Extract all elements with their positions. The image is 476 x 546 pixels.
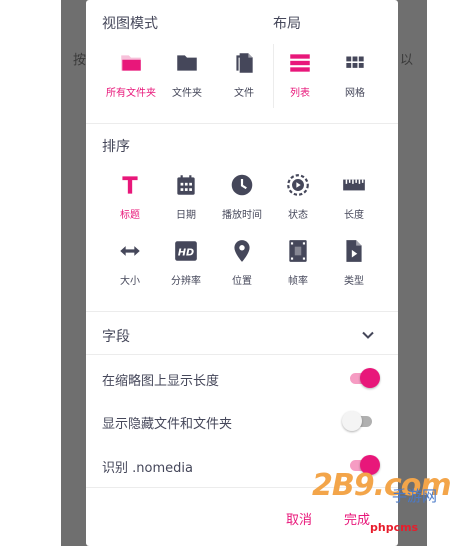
folder-icon [177, 55, 197, 71]
view-mode-folders[interactable]: 文件夹 [157, 50, 217, 99]
sort-label: 大小 [120, 276, 140, 287]
sort-by-status[interactable]: 状态 [268, 172, 328, 221]
fields-row[interactable]: 字段 [86, 312, 398, 354]
toggle-label-show-hidden: 显示隐藏文件和文件夹 [102, 417, 233, 432]
sort-title: 排序 [102, 139, 130, 155]
title-icon [122, 176, 138, 194]
layout-grid[interactable]: 网格 [325, 50, 385, 99]
size-icon [120, 246, 140, 256]
toggle-label-show-length: 在缩略图上显示长度 [102, 374, 220, 389]
sort-by-play-time[interactable]: 播放时间 [212, 172, 272, 221]
section-divider [86, 354, 398, 355]
sort-by-date[interactable]: 日期 [156, 172, 216, 221]
sort-label: 状态 [288, 210, 308, 221]
layout-list[interactable]: 列表 [270, 50, 330, 99]
sort-label: 分辨率 [171, 276, 201, 287]
watermark-subtitle: 手游网 [392, 487, 438, 505]
sort-by-location[interactable]: 位置 [212, 238, 272, 287]
sort-by-type[interactable]: 类型 [324, 238, 384, 287]
sort-label: 类型 [344, 276, 364, 287]
layout-label: 网格 [345, 88, 365, 99]
clock-icon [231, 174, 253, 196]
filetype-icon [346, 240, 362, 262]
ruler-icon [343, 179, 365, 191]
sort-label: 帧率 [288, 276, 308, 287]
show-hidden-toggle[interactable] [342, 411, 374, 431]
done-button[interactable]: 完成 [344, 509, 370, 528]
view-mode-files[interactable]: 文件 [214, 50, 274, 99]
toggle-knob [360, 368, 380, 388]
view-options-dialog: 视图模式 布局 所有文件夹 文件夹 文件 列表 网格 排序 标题 日期 播放时间… [86, 0, 398, 546]
sort-label: 长度 [344, 210, 364, 221]
view-mode-title: 视图模式 [102, 16, 158, 32]
status-icon [287, 174, 309, 196]
cancel-button[interactable]: 取消 [286, 509, 312, 528]
watermark-site: phpcms [370, 521, 419, 534]
section-divider [86, 123, 398, 124]
sort-by-resolution[interactable]: HD 分辨率 [156, 238, 216, 287]
calendar-icon [177, 175, 195, 195]
view-mode-label: 文件夹 [172, 88, 202, 99]
view-mode-label: 所有文件夹 [106, 88, 156, 99]
sort-by-length[interactable]: 长度 [324, 172, 384, 221]
show-length-toggle[interactable] [348, 368, 380, 388]
hd-icon: HD [175, 241, 197, 261]
folder-open-icon [121, 55, 141, 71]
file-icon [236, 53, 253, 73]
sort-by-title[interactable]: 标题 [100, 172, 160, 221]
fields-title: 字段 [102, 329, 130, 345]
layout-title: 布局 [273, 16, 301, 32]
list-icon [290, 54, 310, 72]
chevron-down-icon [362, 331, 374, 339]
toggle-knob [342, 411, 362, 431]
toggle-label-nomedia: 识别 .nomedia [102, 461, 193, 476]
sort-label: 标题 [120, 210, 140, 221]
background-text-left: 按 [73, 53, 87, 68]
sort-label: 播放时间 [222, 210, 262, 221]
grid-icon [346, 56, 364, 68]
svg-text:HD: HD [178, 247, 194, 258]
sort-label: 日期 [176, 210, 196, 221]
view-mode-label: 文件 [234, 88, 254, 99]
background-text-right: 以 [400, 53, 414, 68]
location-icon [234, 240, 250, 262]
sort-label: 位置 [232, 276, 252, 287]
sort-by-size[interactable]: 大小 [100, 238, 160, 287]
layout-label: 列表 [290, 88, 310, 99]
film-icon [289, 240, 307, 262]
sort-by-frame-rate[interactable]: 帧率 [268, 238, 328, 287]
view-mode-all-folders[interactable]: 所有文件夹 [101, 50, 161, 99]
